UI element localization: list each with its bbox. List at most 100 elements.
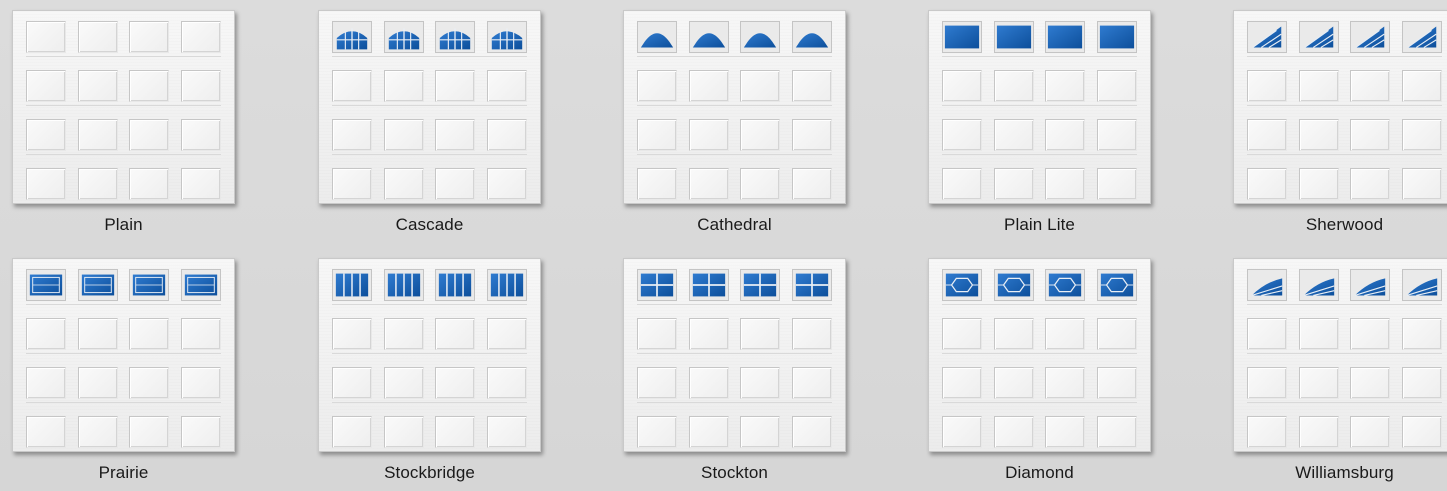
window-pane-icon	[1045, 269, 1086, 301]
raised-panel	[332, 119, 372, 151]
door-section	[637, 266, 832, 305]
raised-panel	[435, 119, 476, 151]
raised-panel	[180, 367, 221, 399]
raised-panel	[1350, 318, 1391, 350]
door-image-prairie[interactable]	[12, 258, 235, 452]
door-section	[637, 413, 832, 451]
raised-panel	[740, 416, 781, 448]
door-image-plain[interactable]	[12, 10, 235, 204]
window-pane-icon	[993, 269, 1034, 301]
raised-panel	[129, 21, 170, 53]
door-image-stockton[interactable]	[623, 258, 846, 452]
raised-panel	[1401, 119, 1442, 151]
door-label: Stockton	[701, 463, 768, 482]
raised-panel	[129, 416, 170, 448]
door-label: Plain	[104, 215, 143, 234]
raised-panel	[791, 318, 832, 350]
raised-panel	[1350, 416, 1391, 448]
raised-panel	[180, 416, 221, 448]
raised-panel	[26, 318, 66, 350]
raised-panel	[383, 318, 424, 350]
window-pane-icon	[435, 21, 476, 53]
door-image-cathedral[interactable]	[623, 10, 846, 204]
raised-panel	[637, 318, 677, 350]
raised-panel	[637, 168, 677, 200]
raised-panel	[993, 168, 1034, 200]
door-option-cascade[interactable]: Cascade	[318, 10, 541, 234]
raised-panel	[1045, 367, 1086, 399]
door-section	[1247, 413, 1442, 451]
door-section	[637, 165, 832, 203]
door-section	[332, 413, 527, 451]
raised-panel	[77, 70, 118, 102]
door-label: Williamsburg	[1295, 463, 1394, 482]
raised-panel	[1247, 70, 1287, 102]
door-option-stockbridge[interactable]: Stockbridge	[318, 258, 541, 482]
door-section	[942, 364, 1137, 403]
raised-panel	[637, 367, 677, 399]
raised-panel	[77, 318, 118, 350]
raised-panel	[688, 119, 729, 151]
door-section	[26, 413, 221, 451]
raised-panel	[435, 70, 476, 102]
raised-panel	[1045, 168, 1086, 200]
door-section	[1247, 165, 1442, 203]
raised-panel	[1247, 367, 1287, 399]
door-image-plain-lite[interactable]	[928, 10, 1151, 204]
door-section	[26, 165, 221, 203]
window-pane-icon	[1401, 21, 1442, 53]
door-image-williamsburg[interactable]	[1233, 258, 1447, 452]
raised-panel	[383, 70, 424, 102]
door-image-stockbridge[interactable]	[318, 258, 541, 452]
raised-panel	[1096, 416, 1137, 448]
window-pane-icon	[688, 269, 729, 301]
raised-panel	[1401, 367, 1442, 399]
door-option-sherwood[interactable]: Sherwood	[1233, 10, 1447, 234]
raised-panel	[1298, 70, 1339, 102]
raised-panel	[383, 168, 424, 200]
door-option-plain[interactable]: Plain	[12, 10, 235, 234]
door-option-stockton[interactable]: Stockton	[623, 258, 846, 482]
window-pane-icon	[129, 269, 170, 301]
door-option-cathedral[interactable]: Cathedral	[623, 10, 846, 234]
door-option-prairie[interactable]: Prairie	[12, 258, 235, 482]
raised-panel	[1096, 119, 1137, 151]
raised-panel	[332, 318, 372, 350]
raised-panel	[1350, 168, 1391, 200]
raised-panel	[180, 119, 221, 151]
raised-panel	[740, 119, 781, 151]
door-option-plain-lite[interactable]: Plain Lite	[928, 10, 1151, 234]
door-label: Cascade	[395, 215, 464, 234]
door-section	[942, 266, 1137, 305]
door-section	[637, 315, 832, 354]
door-image-sherwood[interactable]	[1233, 10, 1447, 204]
door-section	[1247, 364, 1442, 403]
door-section	[332, 315, 527, 354]
raised-panel	[1096, 70, 1137, 102]
raised-panel	[77, 21, 118, 53]
raised-panel	[1401, 318, 1442, 350]
raised-panel	[688, 168, 729, 200]
raised-panel	[791, 416, 832, 448]
raised-panel	[942, 119, 982, 151]
raised-panel	[791, 168, 832, 200]
window-pane-icon	[1096, 269, 1137, 301]
door-section	[942, 67, 1137, 106]
door-option-williamsburg[interactable]: Williamsburg	[1233, 258, 1447, 482]
raised-panel	[1045, 70, 1086, 102]
window-pane-icon	[791, 269, 832, 301]
raised-panel	[791, 70, 832, 102]
window-pane-icon	[688, 21, 729, 53]
raised-panel	[1401, 168, 1442, 200]
door-image-cascade[interactable]	[318, 10, 541, 204]
door-image-diamond[interactable]	[928, 258, 1151, 452]
window-pane-icon	[383, 21, 424, 53]
raised-panel	[332, 416, 372, 448]
door-option-diamond[interactable]: Diamond	[928, 258, 1151, 482]
raised-panel	[791, 119, 832, 151]
raised-panel	[637, 70, 677, 102]
raised-panel	[129, 70, 170, 102]
raised-panel	[383, 119, 424, 151]
raised-panel	[332, 367, 372, 399]
raised-panel	[688, 70, 729, 102]
